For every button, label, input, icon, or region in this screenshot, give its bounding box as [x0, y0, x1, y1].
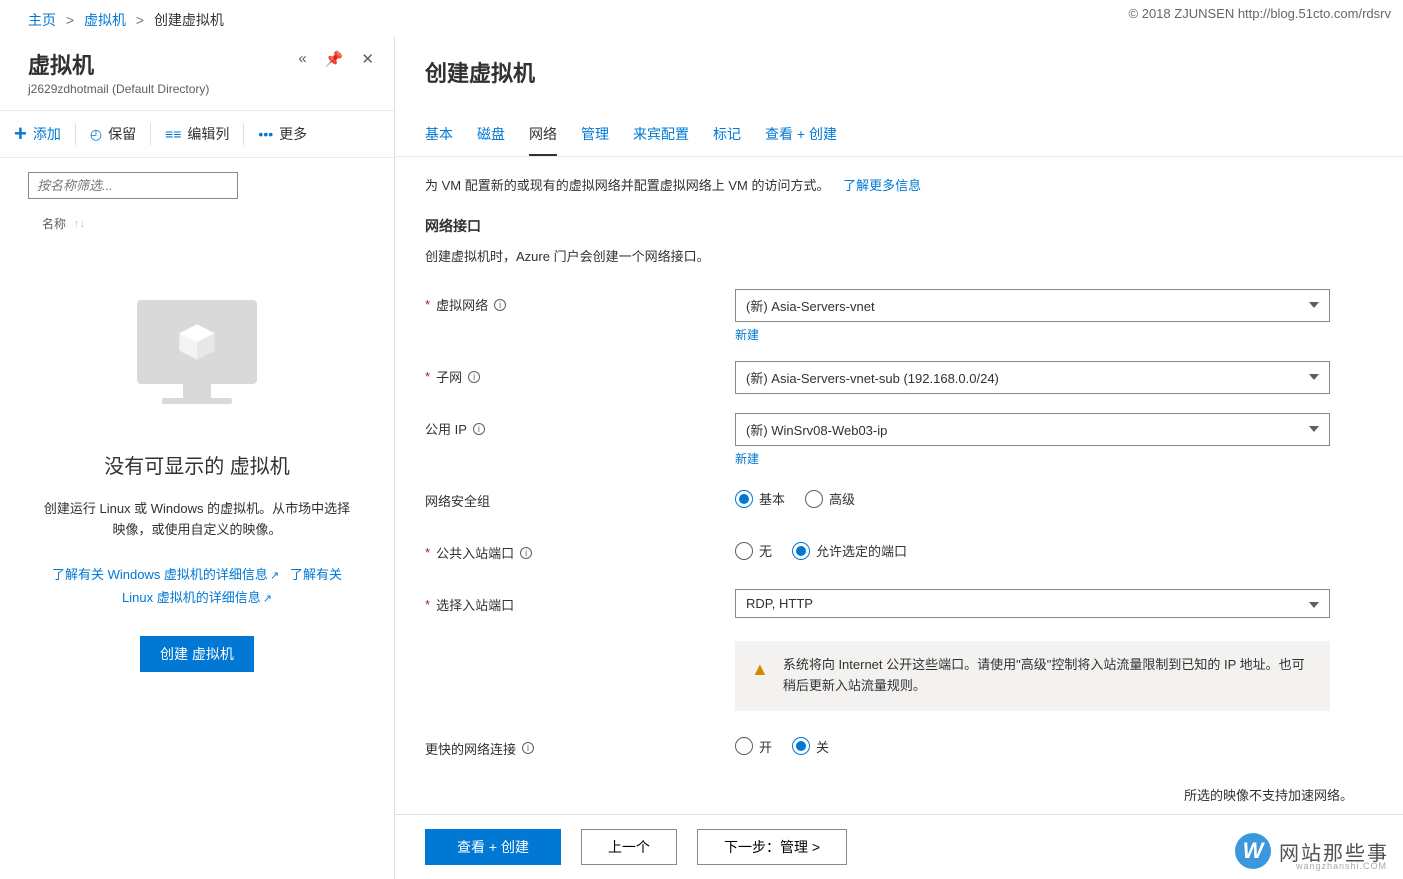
section-desc: 创建虚拟机时，Azure 门户会创建一个网络接口。: [425, 246, 1373, 265]
label-selectports: *选择入站端口: [425, 589, 735, 614]
copyright-watermark: © 2018 ZJUNSEN http://blog.51cto.com/rds…: [1129, 6, 1391, 21]
info-icon[interactable]: i: [522, 742, 534, 754]
cube-icon: [175, 320, 219, 364]
empty-description: 创建运行 Linux 或 Windows 的虚拟机。从市场中选择映像，或使用自定…: [30, 499, 364, 541]
label-accel: 更快的网络连接i: [425, 733, 735, 758]
warning-text: 系统将向 Internet 公开这些端口。请使用"高级"控制将入站流量限制到已知…: [783, 655, 1314, 697]
vm-list-blade: 虚拟机 j2629zdhotmail (Default Directory) «…: [0, 36, 395, 879]
page-title: 创建虚拟机: [395, 36, 1403, 96]
blade-subtitle: j2629zdhotmail (Default Directory): [28, 82, 366, 96]
label-pip: 公用 IPi: [425, 413, 735, 438]
tab-review[interactable]: 查看 + 创建: [765, 124, 837, 156]
learn-windows-link[interactable]: 了解有关 Windows 虚拟机的详细信息↗: [52, 567, 279, 582]
tab-manage[interactable]: 管理: [581, 124, 609, 156]
create-vm-blade: 创建虚拟机 基本 磁盘 网络 管理 来宾配置 标记 查看 + 创建 为 VM 配…: [395, 36, 1403, 879]
vnet-dropdown[interactable]: (新) Asia-Servers-vnet: [735, 289, 1330, 322]
keep-button[interactable]: ◴ 保留: [76, 114, 150, 154]
wizard-tabs: 基本 磁盘 网络 管理 来宾配置 标记 查看 + 创建: [395, 96, 1403, 157]
intro-text: 为 VM 配置新的或现有的虚拟网络并配置虚拟网络上 VM 的访问方式。 了解更多…: [425, 175, 1373, 194]
label-vnet: *虚拟网络i: [425, 289, 735, 314]
breadcrumb-current: 创建虚拟机: [154, 12, 224, 28]
label-publicports: *公共入站端口i: [425, 537, 735, 562]
accel-on-radio[interactable]: 开: [735, 737, 772, 756]
empty-title: 没有可显示的 虚拟机: [104, 450, 290, 479]
tab-basic[interactable]: 基本: [425, 124, 453, 156]
pin-icon[interactable]: 📌: [325, 50, 344, 68]
warning-box: ▲ 系统将向 Internet 公开这些端口。请使用"高级"控制将入站流量限制到…: [735, 641, 1330, 711]
publicip-dropdown[interactable]: (新) WinSrv08-Web03-ip: [735, 413, 1330, 446]
brand-logo-icon: W: [1235, 833, 1271, 869]
learn-more-link[interactable]: 了解更多信息: [843, 178, 921, 193]
clock-icon: ◴: [90, 126, 102, 143]
brand-watermark: W 网站那些事 wangzhanshi.COM: [1235, 833, 1389, 869]
review-create-button[interactable]: 查看 + 创建: [425, 829, 561, 865]
empty-state: 没有可显示的 虚拟机 创建运行 Linux 或 Windows 的虚拟机。从市场…: [0, 240, 394, 879]
sort-icon: ↑↓: [74, 218, 85, 230]
chevron-right-icon: >: [136, 12, 144, 28]
breadcrumb-vm[interactable]: 虚拟机: [84, 12, 126, 28]
column-header-name[interactable]: 名称 ↑↓: [0, 207, 394, 240]
info-icon[interactable]: i: [520, 547, 532, 559]
external-link-icon: ↗: [270, 570, 279, 582]
label-nsg: 网络安全组: [425, 485, 735, 510]
section-title: 网络接口: [425, 216, 1373, 236]
ports-none-radio[interactable]: 无: [735, 541, 772, 560]
previous-button[interactable]: 上一个: [581, 829, 677, 865]
info-icon[interactable]: i: [468, 371, 480, 383]
edit-columns-button[interactable]: ≡≡ 编辑列: [151, 114, 243, 154]
monitor-icon: [137, 300, 257, 410]
tab-disk[interactable]: 磁盘: [477, 124, 505, 156]
plus-icon: +: [14, 121, 27, 147]
accel-note: 所选的映像不支持加速网络。: [425, 785, 1353, 804]
nsg-basic-radio[interactable]: 基本: [735, 489, 785, 508]
collapse-icon[interactable]: «: [298, 50, 306, 68]
pip-new-link[interactable]: 新建: [735, 450, 1330, 467]
close-icon[interactable]: ✕: [361, 50, 374, 68]
nsg-advanced-radio[interactable]: 高级: [805, 489, 855, 508]
filter-input[interactable]: [28, 172, 238, 199]
label-subnet: *子网i: [425, 361, 735, 386]
brand-url: wangzhanshi.COM: [1296, 861, 1387, 871]
create-vm-button[interactable]: 创建 虚拟机: [140, 636, 254, 672]
warning-icon: ▲: [751, 655, 769, 697]
chevron-right-icon: >: [66, 12, 74, 28]
next-button[interactable]: 下一步：管理 >: [697, 829, 847, 865]
info-icon[interactable]: i: [494, 299, 506, 311]
more-button[interactable]: ••• 更多: [244, 114, 321, 154]
ports-allow-radio[interactable]: 允许选定的端口: [792, 541, 907, 560]
external-link-icon: ↗: [263, 593, 272, 605]
breadcrumb-home[interactable]: 主页: [28, 12, 56, 28]
info-icon[interactable]: i: [473, 423, 485, 435]
ports-dropdown[interactable]: RDP, HTTP: [735, 589, 1330, 618]
ellipsis-icon: •••: [258, 126, 273, 142]
tab-network[interactable]: 网络: [529, 124, 557, 156]
tab-tags[interactable]: 标记: [713, 124, 741, 156]
add-button[interactable]: + 添加: [0, 111, 75, 157]
vnet-new-link[interactable]: 新建: [735, 326, 1330, 343]
toolbar: + 添加 ◴ 保留 ≡≡ 编辑列 ••• 更多: [0, 110, 394, 158]
add-label: 添加: [33, 124, 61, 144]
subnet-dropdown[interactable]: (新) Asia-Servers-vnet-sub (192.168.0.0/2…: [735, 361, 1330, 394]
tab-guest[interactable]: 来宾配置: [633, 124, 689, 156]
columns-icon: ≡≡: [165, 126, 181, 142]
accel-off-radio[interactable]: 关: [792, 737, 829, 756]
